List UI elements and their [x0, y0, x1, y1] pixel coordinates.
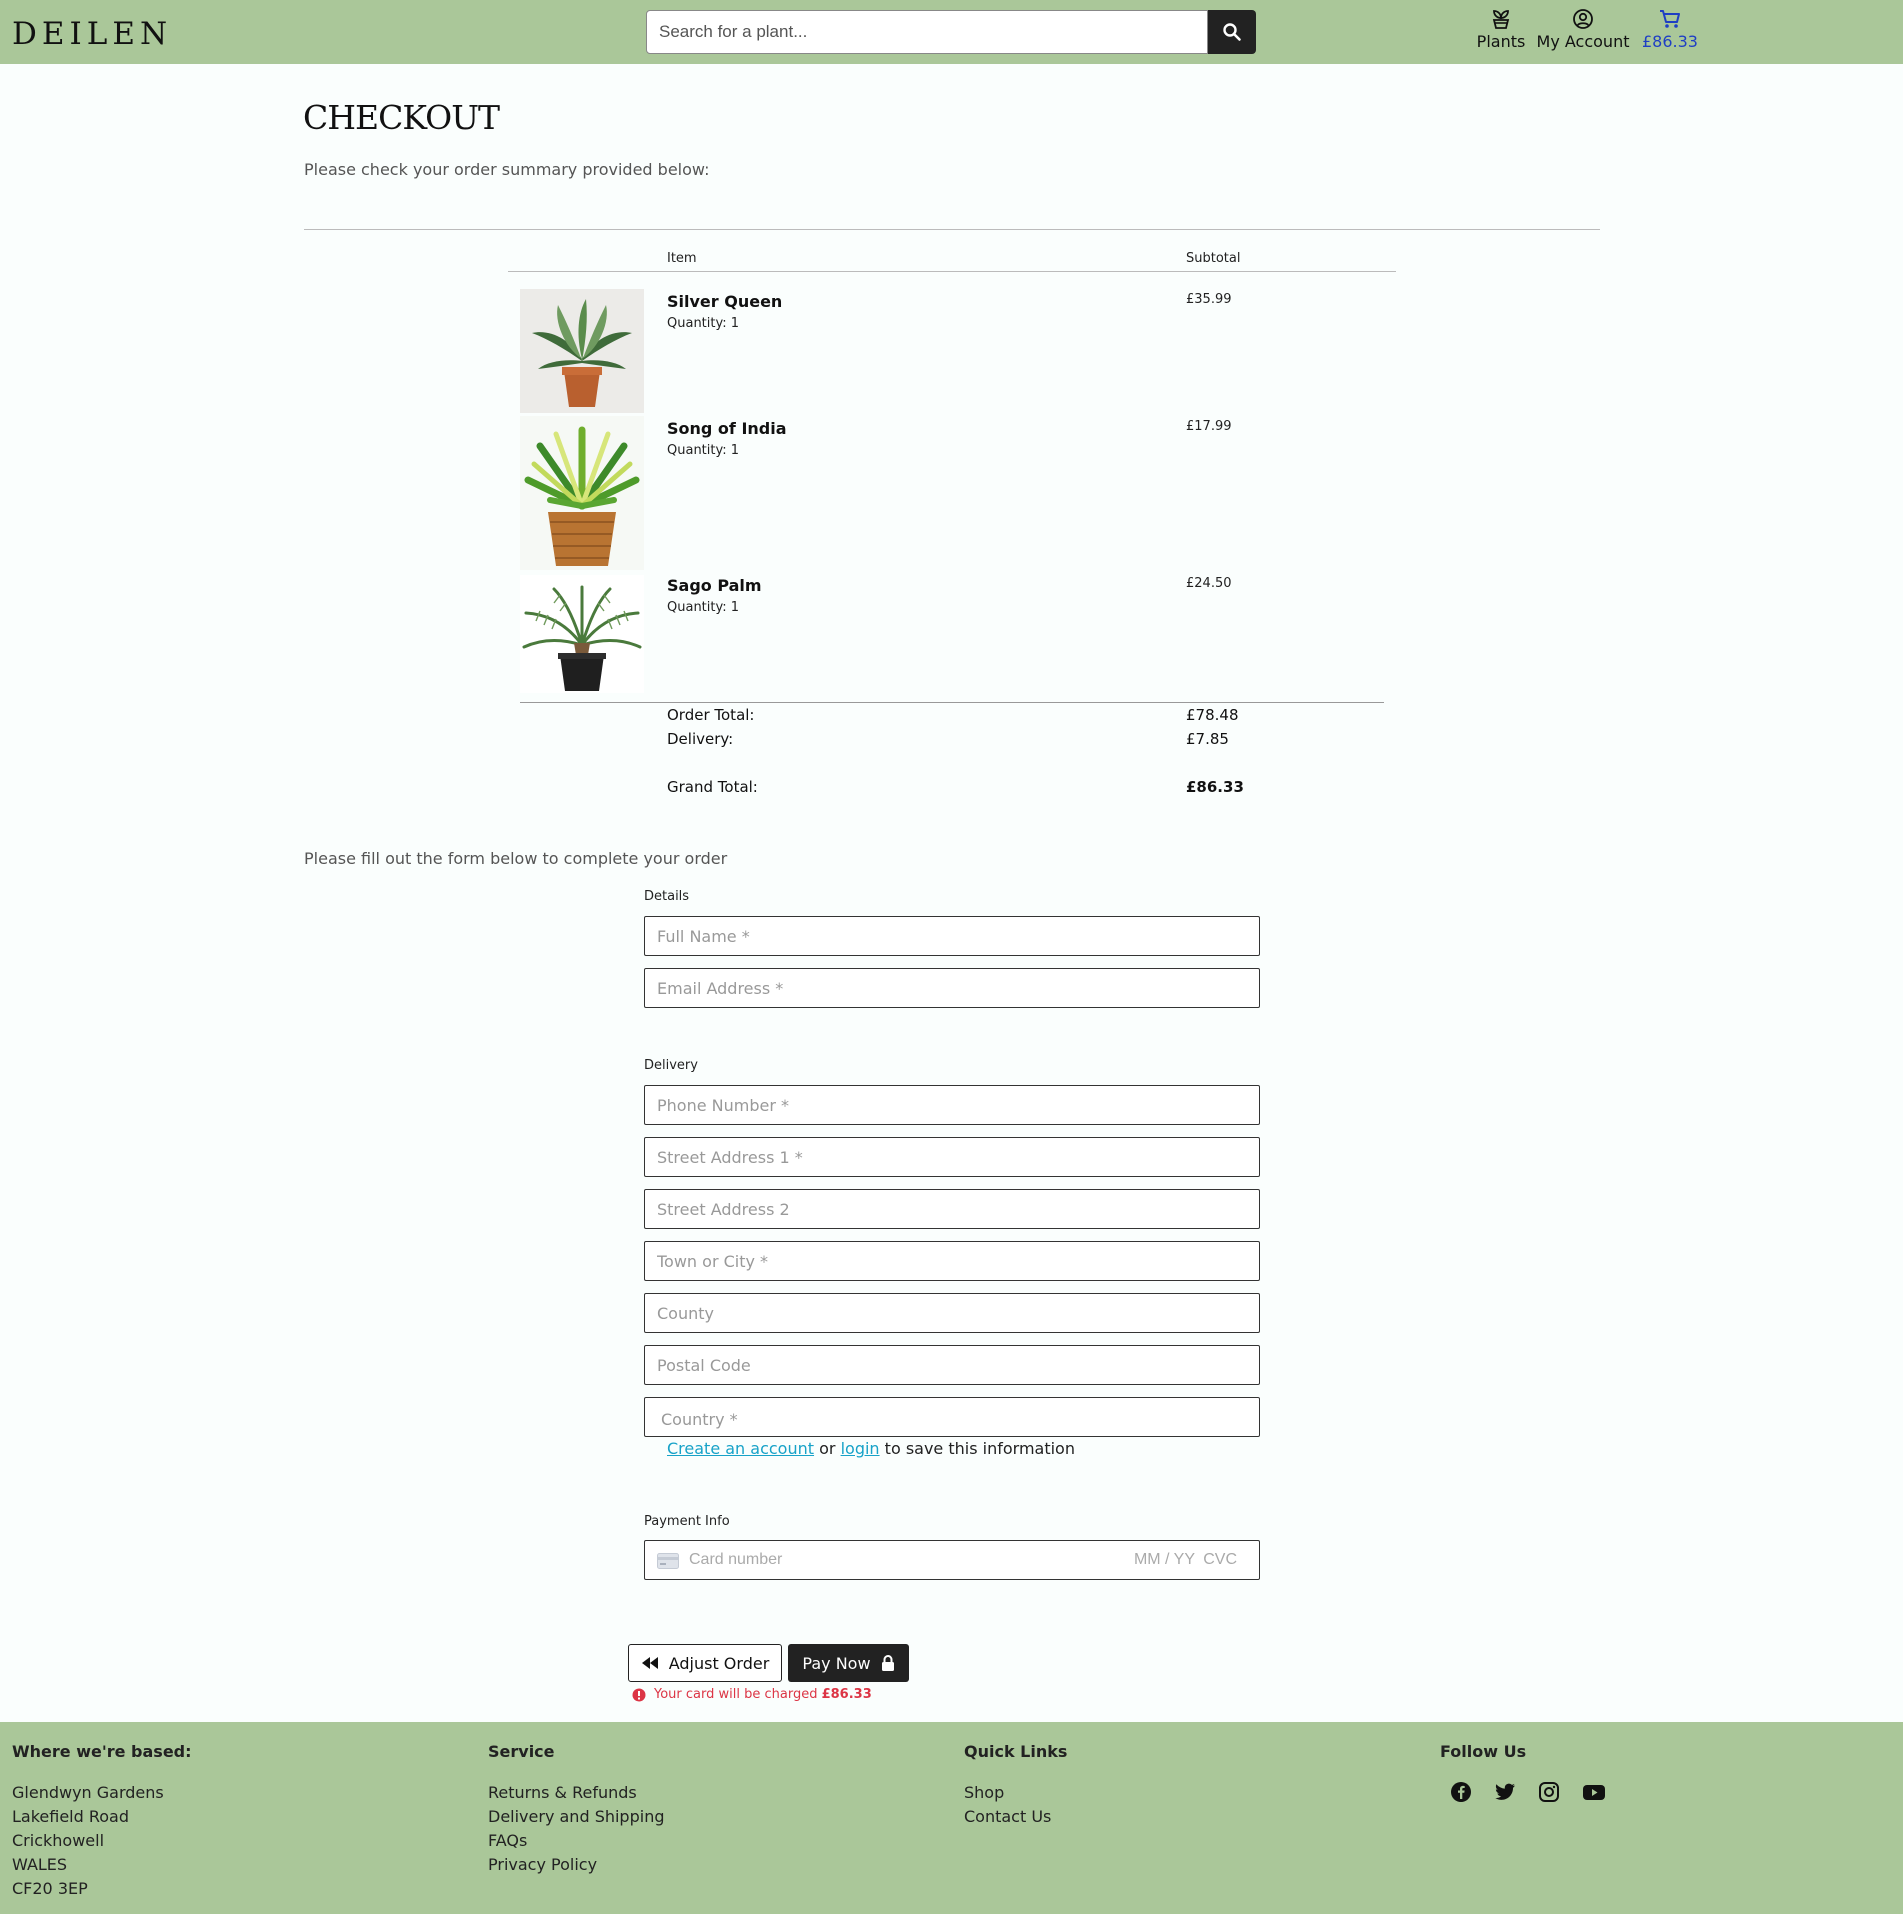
charge-warning: Your card will be charged £86.33 — [632, 1687, 872, 1702]
adjust-order-button[interactable]: Adjust Order — [628, 1644, 782, 1682]
item-subtotal: £35.99 — [1186, 292, 1232, 307]
item-name: Silver Queen — [667, 292, 783, 311]
search-icon — [1223, 23, 1241, 41]
nav-cart[interactable]: £86.33 — [1636, 6, 1704, 51]
full-name-field[interactable] — [644, 916, 1260, 956]
charge-note-text: Your card will be charged — [654, 1687, 818, 1702]
pay-now-label: Pay Now — [802, 1653, 871, 1673]
backward-icon — [641, 1657, 658, 1669]
plant-pot-icon — [1492, 10, 1510, 29]
postal-code-field[interactable] — [644, 1345, 1260, 1385]
item-quantity: Quantity: 1 — [667, 316, 740, 331]
site-logo[interactable]: DEILEN — [12, 16, 172, 52]
item-name: Sago Palm — [667, 576, 762, 595]
facebook-icon[interactable] — [1450, 1781, 1472, 1803]
product-image-song-of-india — [520, 416, 644, 570]
footer-link-contact[interactable]: Contact Us — [964, 1805, 1067, 1829]
county-field[interactable] — [644, 1293, 1260, 1333]
street-address-1-field[interactable] — [644, 1137, 1260, 1177]
lock-icon — [881, 1655, 894, 1671]
charge-amount: £86.33 — [821, 1687, 872, 1702]
cart-total: £86.33 — [1642, 32, 1698, 51]
form-intro: Please fill out the form below to comple… — [304, 849, 728, 868]
cart-icon — [1660, 10, 1680, 28]
column-header-item: Item — [667, 251, 697, 266]
save-info-text: Create an account or login to save this … — [667, 1439, 1075, 1458]
details-label: Details — [644, 889, 690, 904]
payment-info-label: Payment Info — [644, 1514, 730, 1529]
footer-service-title: Service — [488, 1742, 555, 1761]
address-line: Crickhowell — [12, 1831, 105, 1850]
footer-link-returns[interactable]: Returns & Refunds — [488, 1781, 664, 1805]
create-account-link[interactable]: Create an account — [667, 1439, 814, 1458]
grand-total-label: Grand Total: — [667, 778, 758, 796]
divider — [304, 229, 1600, 230]
summary-intro: Please check your order summary provided… — [304, 160, 710, 179]
item-quantity: Quantity: 1 — [667, 443, 740, 458]
item-name: Song of India — [667, 419, 787, 438]
youtube-icon[interactable] — [1582, 1781, 1606, 1803]
delivery-section-label: Delivery — [644, 1058, 698, 1073]
card-number-placeholder: Card number — [689, 1551, 783, 1568]
card-input[interactable]: Card number MM / YY CVC — [644, 1540, 1260, 1580]
search-input[interactable] — [646, 10, 1208, 54]
social-links — [1450, 1781, 1606, 1803]
instagram-icon[interactable] — [1538, 1781, 1560, 1803]
footer-link-faqs[interactable]: FAQs — [488, 1829, 664, 1853]
address-line: WALES — [12, 1855, 68, 1874]
page-title: CHECKOUT — [303, 98, 500, 137]
footer-follow-title: Follow Us — [1440, 1742, 1527, 1761]
product-image-sago-palm — [520, 575, 644, 693]
order-total-value: £78.48 — [1186, 706, 1239, 724]
country-select[interactable] — [644, 1397, 1260, 1437]
footer-service: Service Returns & Refunds Delivery and S… — [488, 1742, 664, 1877]
table-header-divider — [508, 271, 1396, 272]
delivery-label: Delivery: — [667, 730, 734, 748]
nav-account-label: My Account — [1536, 32, 1630, 51]
item-subtotal: £17.99 — [1186, 419, 1232, 434]
footer-address: Where we're based: Glendwyn Gardens Lake… — [12, 1742, 192, 1901]
twitter-icon[interactable] — [1494, 1781, 1516, 1803]
login-link[interactable]: login — [841, 1439, 880, 1458]
site-header: DEILEN Plants My Ac — [0, 0, 1903, 64]
address-line: CF20 3EP — [12, 1879, 88, 1898]
adjust-order-label: Adjust Order — [668, 1653, 770, 1673]
search-bar — [646, 10, 1256, 54]
credit-card-icon — [657, 1553, 679, 1569]
phone-field[interactable] — [644, 1085, 1260, 1125]
nav-plants-label: Plants — [1476, 32, 1526, 51]
item-quantity: Quantity: 1 — [667, 600, 740, 615]
pay-now-button[interactable]: Pay Now — [788, 1644, 909, 1682]
exclamation-circle-icon — [632, 1688, 646, 1701]
footer-follow: Follow Us — [1440, 1742, 1606, 1803]
footer-quick-title: Quick Links — [964, 1742, 1068, 1761]
footer-quick-links: Quick Links Shop Contact Us — [964, 1742, 1067, 1829]
footer-address-title: Where we're based: — [12, 1742, 192, 1761]
save-info-suffix: to save this information — [884, 1439, 1075, 1458]
card-cvc-placeholder: CVC — [1203, 1551, 1237, 1568]
column-header-subtotal: Subtotal — [1186, 251, 1241, 266]
order-total-label: Order Total: — [667, 706, 755, 724]
delivery-value: £7.85 — [1186, 730, 1229, 748]
save-info-or: or — [819, 1439, 836, 1458]
nav-plants[interactable]: Plants — [1470, 6, 1532, 51]
footer-link-shop[interactable]: Shop — [964, 1781, 1067, 1805]
footer-link-privacy[interactable]: Privacy Policy — [488, 1853, 664, 1877]
footer-link-delivery[interactable]: Delivery and Shipping — [488, 1805, 664, 1829]
nav-my-account[interactable]: My Account — [1534, 6, 1632, 51]
street-address-2-field[interactable] — [644, 1189, 1260, 1229]
search-button[interactable] — [1208, 10, 1256, 54]
totals-divider — [520, 702, 1384, 703]
town-field[interactable] — [644, 1241, 1260, 1281]
address-line: Lakefield Road — [12, 1807, 130, 1826]
product-image-silver-queen — [520, 289, 644, 413]
card-expiry-placeholder: MM / YY — [1133, 1551, 1195, 1568]
site-footer: Where we're based: Glendwyn Gardens Lake… — [0, 1722, 1903, 1914]
user-circle-icon — [1573, 9, 1593, 29]
item-subtotal: £24.50 — [1186, 576, 1232, 591]
address-line: Glendwyn Gardens — [12, 1783, 164, 1802]
grand-total-value: £86.33 — [1186, 778, 1244, 796]
email-field[interactable] — [644, 968, 1260, 1008]
